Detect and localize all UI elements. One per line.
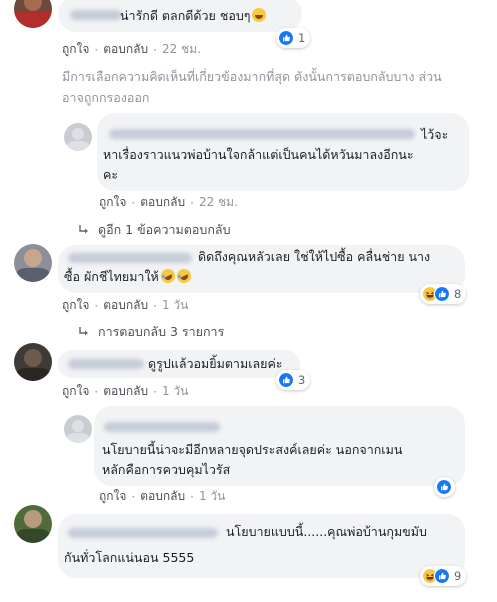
avatar-image [64,123,92,151]
separator: · [131,489,136,504]
comment-text: กันทั่วโลกแน่นอน 5555 [64,550,195,565]
like-icon [436,479,452,495]
view-more-label: ดูอีก 1 ข้อความตอบกลับ [98,222,231,237]
comment-bubble: นโยบายนี้น่าจะมีอีกหลายจุดประสงค์เลยค่ะ … [94,406,465,486]
comment-text: น่ารักดี ตลกดีด้วย ชอบๆ [120,6,267,26]
avatar[interactable] [14,505,52,543]
separator: · [190,195,194,210]
commenter-name[interactable] [70,10,122,20]
comment-text: นโยบายแบบนี้......คุณพ่อบ้านกุมขมับ [226,524,427,539]
commenter-name[interactable] [68,253,192,263]
comment-actions: ถูกใจ · ตอบกลับ · 22 ชม. [99,193,238,212]
reaction-summary[interactable]: 9 [420,566,467,586]
timestamp[interactable]: 22 ชม. [162,40,201,59]
comment-text: ดิดถึงคุณหลัวเลย ใช่ให้ไปซื้อ คลื่นช่าย … [198,249,431,264]
avatar[interactable] [14,244,52,282]
comment-bubble: นโยบายแบบนี้......คุณพ่อบ้านกุมขมับ กันท… [58,514,465,578]
reaction-summary[interactable] [434,477,455,497]
reaction-count: 1 [298,31,306,45]
like-icon [434,286,450,302]
comment-text: หลักคือการควบคุมไวรัส [102,462,231,477]
comment-actions: ถูกใจ · ตอบกลับ · 1 วัน [99,487,225,506]
separator: · [153,42,157,57]
laughing-emoji-icon [252,8,267,22]
view-replies-link[interactable]: การตอบกลับ 3 รายการ [78,322,224,342]
like-icon [278,372,294,388]
reaction-summary[interactable]: 8 [420,284,467,304]
reply-button[interactable]: ตอบกลับ [140,193,185,212]
timestamp[interactable]: 22 ชม. [199,193,238,212]
commenter-name[interactable] [68,359,144,369]
avatar[interactable] [64,123,92,151]
reply-arrow-icon [78,224,90,236]
rofl-emoji-icon [158,266,178,286]
avatar-image [14,505,52,543]
reaction-count: 9 [454,569,462,583]
separator: · [94,298,99,313]
avatar-image [14,343,52,381]
comment-bubble: ดูรูปแล้วอมยิ้มตามเลยค่ะ [58,350,300,378]
avatar-image [64,415,92,443]
reaction-count: 3 [298,373,306,387]
filter-notice: มีการเลือกความคิดเห็นที่เกี่ยวข้องมากที่… [62,69,442,105]
reply-button[interactable]: ตอบกลับ [103,40,148,59]
separator: · [190,489,194,504]
comment-text: คะ [103,167,119,182]
comment-text: นโยบายนี้น่าจะมีอีกหลายจุดประสงค์เลยค่ะ … [102,442,403,457]
separator: · [153,384,157,399]
separator: · [153,298,157,313]
view-replies-label: การตอบกลับ 3 รายการ [98,324,225,339]
avatar[interactable] [14,0,52,28]
view-more-replies-link[interactable]: ดูอีก 1 ข้อความตอบกลับ [78,220,231,240]
separator: · [94,42,99,57]
comment-actions: ถูกใจ · ตอบกลับ · 22 ชม. [62,40,201,59]
separator: · [131,195,136,210]
reaction-summary[interactable]: 3 [276,370,311,390]
like-button[interactable]: ถูกใจ [99,487,126,506]
comment-actions: ถูกใจ · ตอบกลับ · 1 วัน [62,382,188,401]
like-button[interactable]: ถูกใจ [62,40,89,59]
commenter-name[interactable] [68,528,218,538]
like-button[interactable]: ถูกใจ [62,296,89,315]
reply-button[interactable]: ตอบกลับ [103,296,148,315]
like-icon [278,30,294,46]
comment-bubble: ไว้จะ หาเรื่องราวแนวพ่อบ้านใจกล้าแต่เป็น… [97,113,469,191]
rofl-emoji-icon [174,266,194,286]
reaction-count: 8 [454,287,462,301]
like-button[interactable]: ถูกใจ [62,382,89,401]
avatar-image [14,0,52,28]
timestamp[interactable]: 1 วัน [162,382,188,401]
comment-text: ดูรูปแล้วอมยิ้มตามเลยค่ะ [148,356,283,371]
reply-button[interactable]: ตอบกลับ [103,382,148,401]
commenter-name[interactable] [109,129,415,139]
timestamp[interactable]: 1 วัน [199,487,225,506]
like-icon [434,568,450,584]
reply-arrow-icon [78,326,90,338]
comment-text: ซื้อ ผักชีไทยมาให้ [64,266,194,287]
separator: · [94,384,99,399]
reply-button[interactable]: ตอบกลับ [140,487,185,506]
like-button[interactable]: ถูกใจ [99,193,126,212]
avatar[interactable] [64,415,92,443]
comment-text: ไว้จะ [421,127,449,142]
comment-actions: ถูกใจ · ตอบกลับ · 1 วัน [62,296,188,315]
timestamp[interactable]: 1 วัน [162,296,188,315]
reaction-summary[interactable]: 1 [276,28,311,48]
avatar[interactable] [14,343,52,381]
avatar-image [14,244,52,282]
commenter-name[interactable] [104,422,220,432]
comment-text: หาเรื่องราวแนวพ่อบ้านใจกล้าแต่เป็นคนได้ห… [103,147,414,162]
comment-bubble: ดิดถึงคุณหลัวเลย ใช่ให้ไปซื้อ คลื่นช่าย … [58,245,465,293]
comment-bubble: น่ารักดี ตลกดีด้วย ชอบๆ [58,0,302,32]
